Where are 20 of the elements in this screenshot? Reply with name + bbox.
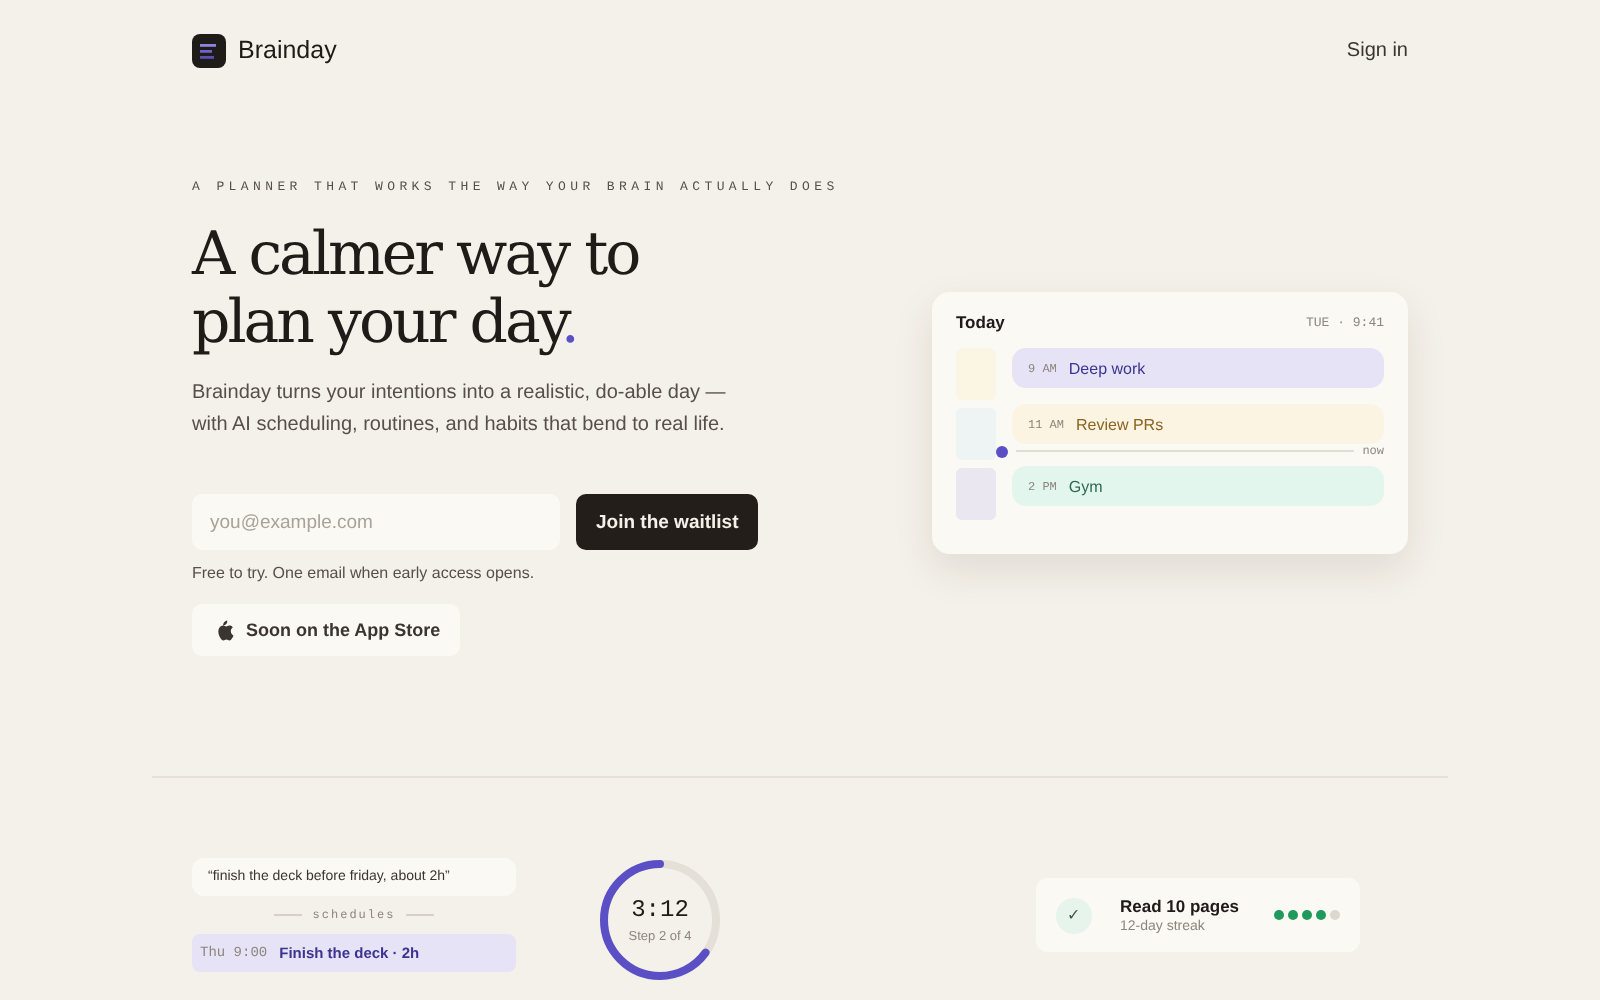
now-dot	[996, 445, 1008, 457]
join-waitlist-button[interactable]: Join the waitlist	[576, 494, 759, 550]
form-note: Free to try. One email when early access opens.	[192, 564, 537, 582]
event-title: Deep work	[1068, 359, 1146, 377]
brand-name: Brainday	[238, 36, 337, 64]
lead-paragraph: Brainday turns your intentions into a realistic, do-able day — with AI scheduling, routines, and habits that bend to real life.	[192, 380, 728, 440]
hour-block	[956, 408, 996, 460]
logo-icon	[192, 33, 226, 67]
app-store-button[interactable]: Soon on the App Store	[192, 604, 461, 656]
headline: A calmer way to plan your day.	[192, 222, 641, 358]
email-field[interactable]: you@example.com	[192, 494, 560, 550]
habit-title: Read 10 pages	[1120, 896, 1242, 916]
progress-ring	[596, 856, 724, 984]
calendar-title: Today	[956, 312, 1005, 332]
timer-time: 3:12	[631, 896, 689, 924]
check-mark: ✓	[1056, 897, 1092, 933]
apple-icon	[212, 618, 234, 642]
event-title: Review PRs	[1076, 415, 1164, 433]
event-title: Gym	[1068, 477, 1103, 495]
sign-in-link[interactable]: Sign in	[1346, 39, 1408, 61]
